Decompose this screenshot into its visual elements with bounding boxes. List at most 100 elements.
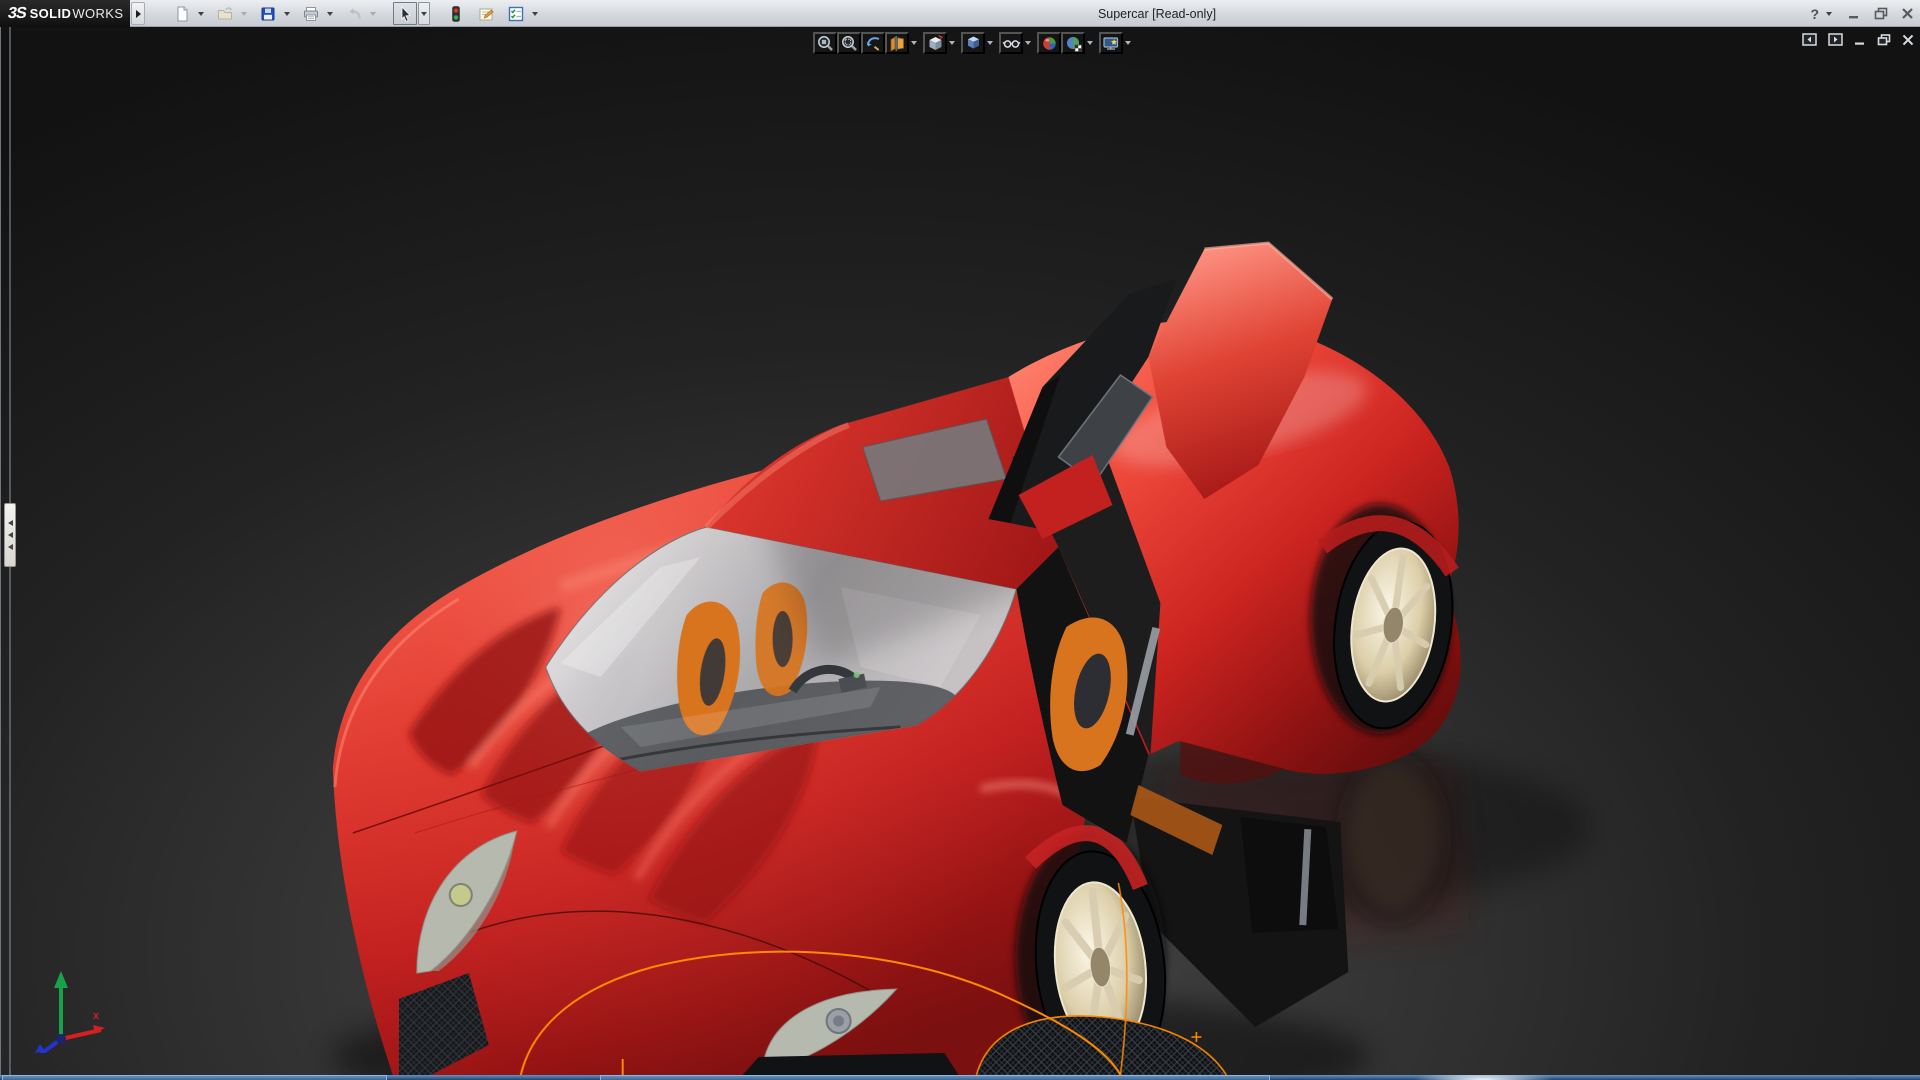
logo-3ds-mark: 3S xyxy=(6,4,28,22)
x-axis-label: x xyxy=(93,1010,100,1022)
save-button[interactable] xyxy=(256,2,280,25)
chevron-left-icon xyxy=(7,520,13,526)
apply-scene-button[interactable] xyxy=(1061,32,1085,54)
caret-icon xyxy=(1826,11,1832,16)
collapse-pane-right-button[interactable] xyxy=(1828,33,1843,46)
pane-right-icon xyxy=(1828,33,1843,46)
close-button[interactable] xyxy=(1901,7,1914,20)
close-document-button[interactable] xyxy=(1902,34,1914,46)
traffic-light-button[interactable] xyxy=(444,2,468,25)
restore-icon xyxy=(1874,7,1888,20)
edit-appearance-button[interactable] xyxy=(1037,32,1061,54)
window-title: Supercar [Read-only] xyxy=(1097,6,1217,21)
help-dropdown[interactable] xyxy=(1823,2,1835,25)
caret-icon xyxy=(532,11,538,16)
new-document-dropdown[interactable] xyxy=(195,2,207,25)
undo-icon xyxy=(349,7,361,19)
caret-icon xyxy=(241,11,247,16)
pane-left-icon xyxy=(1802,33,1817,46)
caret-icon xyxy=(370,11,376,16)
reference-triad: x xyxy=(35,971,105,1053)
previous-view-icon xyxy=(866,36,879,51)
section-view-button[interactable] xyxy=(885,32,909,54)
comment-note-button[interactable] xyxy=(474,2,498,25)
print-icon xyxy=(304,6,318,21)
close-document-icon xyxy=(1902,34,1914,45)
new-document-icon xyxy=(177,6,188,21)
titlebar: 3S SOLID WORKS Supercar [Read-only] ? xyxy=(0,0,1920,27)
caret-icon xyxy=(911,41,917,45)
display-style-dropdown[interactable] xyxy=(985,32,995,54)
chevron-left-icon xyxy=(7,532,13,538)
document-window-controls xyxy=(1802,33,1914,46)
restore-document-icon xyxy=(1877,33,1891,45)
options-checklist-button[interactable] xyxy=(504,2,528,25)
restore-button[interactable] xyxy=(1874,7,1888,20)
zoom-to-fit-button[interactable] xyxy=(813,32,837,54)
caret-icon xyxy=(198,11,204,16)
restore-document-button[interactable] xyxy=(1877,33,1891,46)
comment-note-icon xyxy=(479,8,494,20)
zoom-to-area-button[interactable] xyxy=(837,32,861,54)
collapse-pane-left-button[interactable] xyxy=(1802,33,1817,46)
view-settings-button[interactable] xyxy=(1099,32,1123,54)
caret-icon xyxy=(987,41,993,45)
print-dropdown[interactable] xyxy=(324,2,336,25)
caret-icon xyxy=(1125,41,1131,45)
select-cursor-icon xyxy=(401,5,411,22)
hide-show-items-dropdown[interactable] xyxy=(1023,32,1033,54)
minimize-document-button[interactable] xyxy=(1854,34,1866,46)
help-button[interactable]: ? xyxy=(1810,6,1819,22)
caret-icon xyxy=(1087,41,1093,45)
save-icon xyxy=(261,7,275,20)
open-icon xyxy=(218,6,232,19)
window-controls: ? xyxy=(1810,0,1914,27)
open-button[interactable] xyxy=(213,2,237,25)
view-orientation-icon xyxy=(929,34,943,50)
caret-icon xyxy=(949,41,955,45)
caret-icon xyxy=(421,11,427,16)
save-dropdown[interactable] xyxy=(281,2,293,25)
caret-icon xyxy=(1025,41,1031,45)
collapsed-panel-handle[interactable] xyxy=(4,503,16,567)
undo-dropdown[interactable] xyxy=(367,2,379,25)
new-document-button[interactable] xyxy=(170,2,194,25)
view-orientation-label: *Dimetric xyxy=(10,1060,69,1075)
taskbar-glow xyxy=(1408,1075,1558,1080)
minimize-icon xyxy=(1849,16,1858,19)
hide-show-items-button[interactable] xyxy=(999,32,1023,54)
graphics-viewport[interactable]: x *Dimetric xyxy=(0,27,1920,1075)
display-style-button[interactable] xyxy=(961,32,985,54)
select-dropdown[interactable] xyxy=(418,2,430,25)
minimize-button[interactable] xyxy=(1848,7,1861,20)
edit-appearance-icon xyxy=(1042,36,1056,50)
previous-view-button[interactable] xyxy=(861,32,885,54)
section-view-icon xyxy=(890,35,904,52)
chevron-left-icon xyxy=(7,544,13,550)
view-orientation-dropdown[interactable] xyxy=(947,32,957,54)
print-button[interactable] xyxy=(299,2,323,25)
zoom-to-area-icon xyxy=(841,35,857,51)
view-settings-icon xyxy=(1102,36,1118,50)
apply-scene-icon xyxy=(1066,36,1082,52)
minimize-document-icon xyxy=(1855,42,1864,45)
standard-toolbar xyxy=(170,2,541,25)
zoom-to-fit-icon xyxy=(817,35,833,51)
section-view-dropdown[interactable] xyxy=(909,32,919,54)
taskbar-window-segment[interactable] xyxy=(600,1075,1270,1080)
view-settings-dropdown[interactable] xyxy=(1123,32,1133,54)
logo-works-text: WORKS xyxy=(72,6,124,21)
select-button[interactable] xyxy=(393,2,417,25)
caret-icon xyxy=(327,11,333,16)
open-dropdown[interactable] xyxy=(238,2,250,25)
view-orientation-button[interactable] xyxy=(923,32,947,54)
taskbar-strip[interactable] xyxy=(0,1075,1920,1080)
logo-solid-text: SOLID xyxy=(29,6,72,21)
hide-show-items-icon xyxy=(1002,39,1020,48)
apply-scene-dropdown[interactable] xyxy=(1085,32,1095,54)
taskbar-window-segment[interactable] xyxy=(2,1075,387,1080)
options-dropdown[interactable] xyxy=(529,2,541,25)
undo-button[interactable] xyxy=(342,2,366,25)
toolbar-flyout-button[interactable] xyxy=(131,2,145,25)
car-model[interactable] xyxy=(1,27,1920,1075)
